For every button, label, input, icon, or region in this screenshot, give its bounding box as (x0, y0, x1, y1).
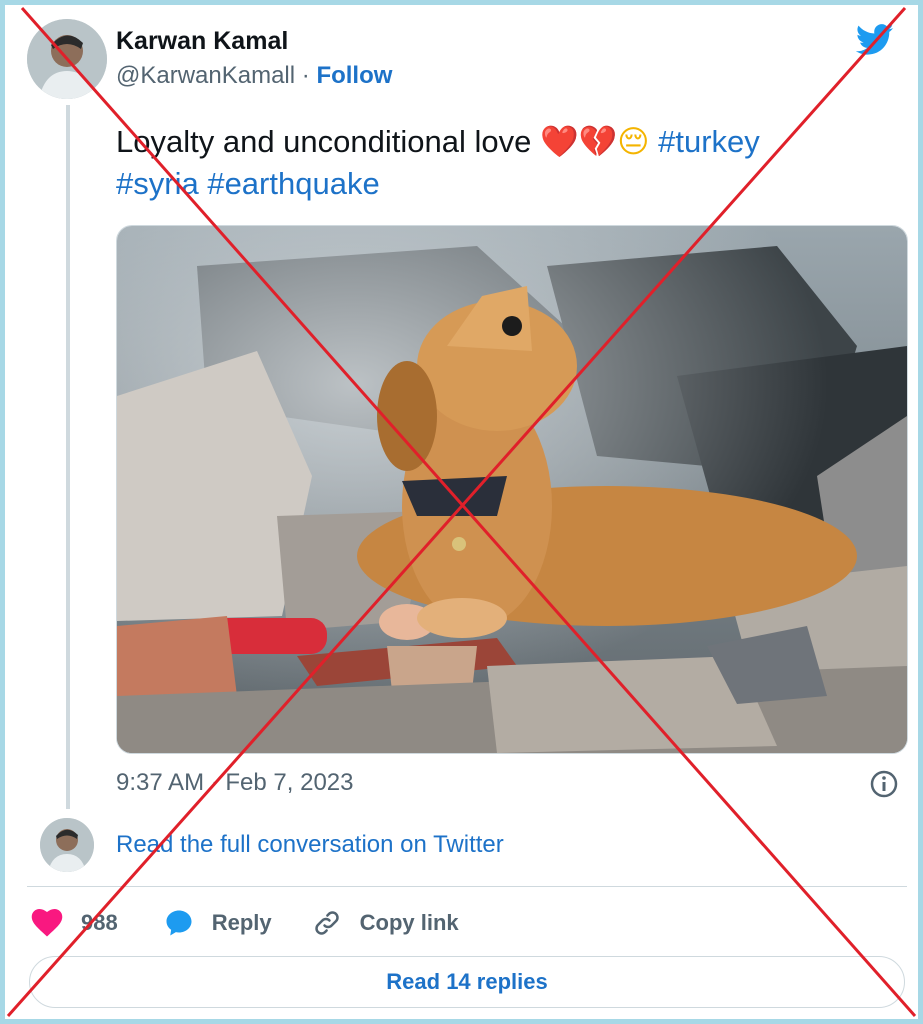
divider (27, 886, 907, 887)
author-avatar[interactable] (27, 19, 107, 99)
heart-icon (31, 909, 63, 937)
link-icon (314, 911, 339, 935)
red-heart-emoji: ❤️ (539, 124, 579, 160)
info-icon[interactable] (869, 769, 899, 799)
likes-count: 988 (81, 910, 118, 935)
copy-link-button[interactable]: Copy link (312, 908, 459, 938)
reply-bubble-icon (166, 910, 192, 936)
copy-link-label: Copy link (359, 910, 459, 935)
pensive-face-emoji: 😔 (617, 124, 650, 160)
like-button[interactable]: 988 (31, 909, 118, 937)
author-name[interactable]: Karwan Kamal (116, 27, 288, 56)
follow-link[interactable]: Follow (316, 62, 392, 89)
thread-line (66, 105, 70, 809)
hashtag-earthquake[interactable]: #earthquake (207, 166, 379, 201)
broken-heart-emoji: 💔 (578, 124, 618, 160)
embedded-tweet-card: Karwan Kamal @KarwanKamall · Follow Loya… (0, 0, 923, 1024)
tweet-text: Loyalty and unconditional love ❤️💔😔 #tur… (116, 121, 876, 205)
reply-label: Reply (211, 910, 272, 935)
conversation-avatar[interactable] (40, 818, 94, 872)
read-replies-button[interactable]: Read 14 replies (29, 956, 905, 1008)
twitter-bird-icon[interactable] (856, 23, 894, 57)
author-handle[interactable]: @KarwanKamall (116, 62, 295, 89)
action-bar: 988 Reply Copy link (31, 905, 459, 941)
hashtag-syria[interactable]: #syria (116, 166, 199, 201)
reply-button[interactable]: Reply (164, 908, 272, 938)
hashtag-turkey[interactable]: #turkey (658, 124, 760, 159)
tweet-body: Loyalty and unconditional love (116, 124, 540, 159)
read-full-conversation-link[interactable]: Read the full conversation on Twitter (116, 831, 504, 859)
tweet-photo[interactable] (116, 225, 908, 754)
author-handle-row: @KarwanKamall · Follow (116, 62, 392, 90)
handle-separator: · (295, 62, 317, 89)
tweet-timestamp[interactable]: 9:37 AM · Feb 7, 2023 (116, 769, 353, 797)
